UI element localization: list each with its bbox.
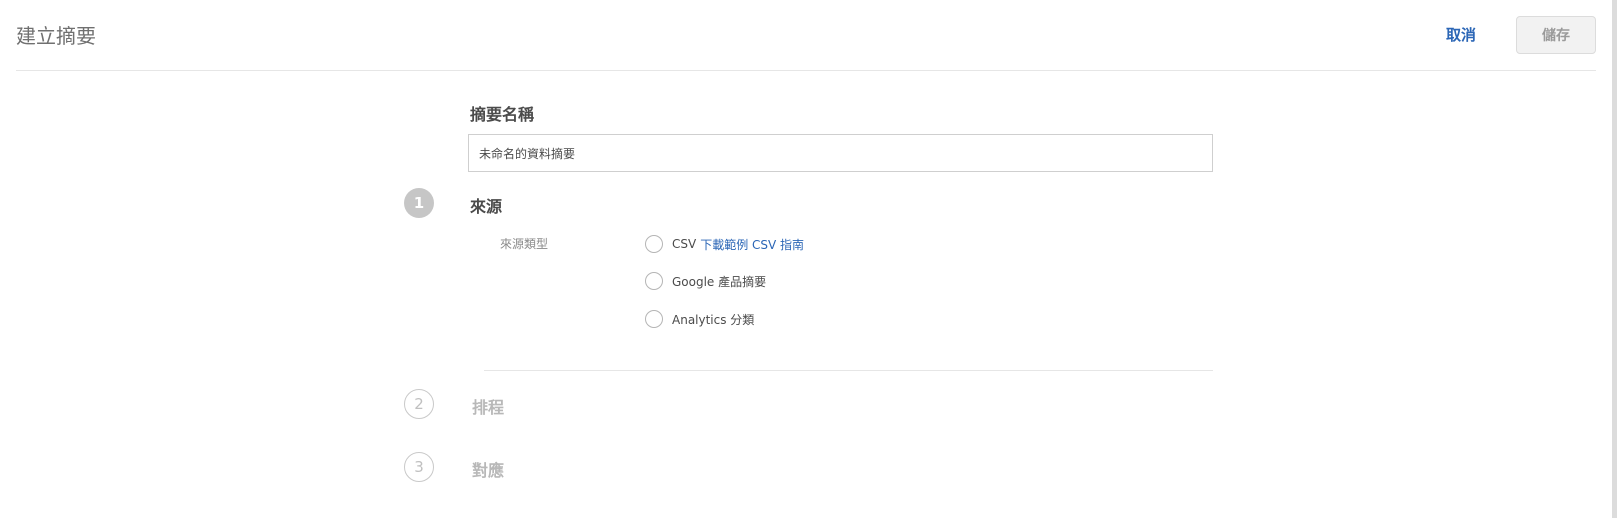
window-edge [1612,0,1617,518]
download-sample-csv-link[interactable]: 下載範例 CSV 指南 [700,236,804,253]
feed-name-input[interactable] [468,134,1213,172]
radio-option-csv[interactable]: CSV 下載範例 CSV 指南 [645,233,804,255]
step-3-circle[interactable]: 3 [404,452,434,482]
radio-csv[interactable] [645,235,663,253]
radio-option-analytics[interactable]: Analytics 分類 [645,308,754,330]
step-1-circle: 1 [404,188,434,218]
step-2-circle[interactable]: 2 [404,389,434,419]
feed-name-label: 摘要名稱 [470,105,535,124]
radio-google[interactable] [645,272,663,290]
save-button[interactable]: 儲存 [1516,16,1596,54]
source-type-label: 來源類型 [500,237,549,251]
dialog-title: 建立摘要 [16,24,96,48]
step-2-title[interactable]: 排程 [472,394,504,418]
step-3-title[interactable]: 對應 [472,457,504,481]
radio-label-csv: CSV [672,237,697,251]
dialog-header: 建立摘要 取消 儲存 [16,0,1596,71]
cancel-button[interactable]: 取消 [1446,24,1476,45]
radio-analytics[interactable] [645,310,663,328]
step-divider [484,370,1213,371]
step-1-title: 來源 [470,197,503,216]
radio-label-analytics: Analytics 分類 [672,312,755,327]
radio-label-google: Google 產品摘要 [672,274,767,289]
radio-option-google[interactable]: Google 產品摘要 [645,270,766,292]
create-feed-dialog: 建立摘要 取消 儲存 摘要名稱 1 來源 來源類型 CSV 下載範例 CSV 指… [0,0,1612,518]
